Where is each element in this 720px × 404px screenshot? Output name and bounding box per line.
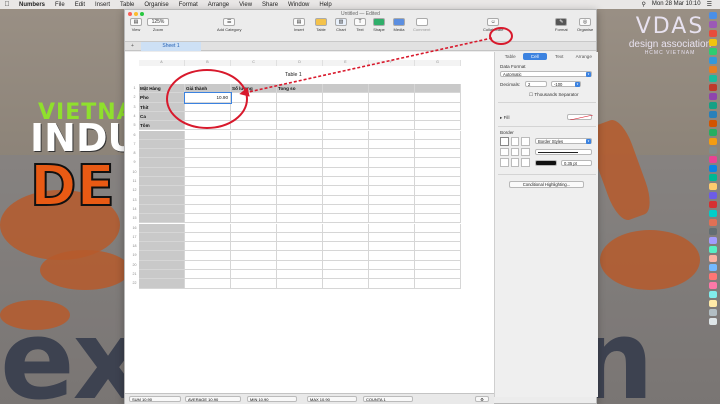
- selected-cell[interactable]: 10.90: [184, 92, 232, 104]
- annotation-arrow: [239, 37, 493, 97]
